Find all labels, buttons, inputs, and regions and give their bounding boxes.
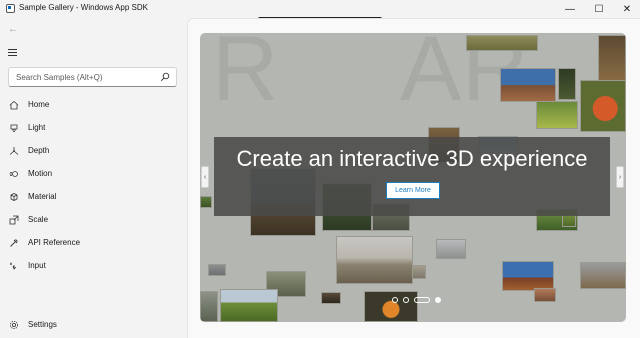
search-placeholder: Search Samples (Alt+Q) <box>16 73 103 82</box>
gallery-photo <box>412 265 426 279</box>
motion-icon <box>9 171 18 177</box>
sidebar-item-label: Material <box>28 192 57 201</box>
gallery-photo <box>208 264 226 276</box>
search-icon[interactable] <box>160 72 170 82</box>
sidebar-item-label: Depth <box>28 146 50 155</box>
sidebar-item-home[interactable]: Home <box>0 94 190 117</box>
back-button[interactable]: ← <box>8 24 22 38</box>
gallery-photo <box>200 196 212 208</box>
sidebar-item-input[interactable]: Input <box>0 255 190 278</box>
sidebar-item-scale[interactable]: Scale <box>0 209 190 232</box>
gallery-photo <box>536 101 578 129</box>
sidebar-item-label: Light <box>28 123 46 132</box>
carousel-next-button[interactable]: › <box>616 166 624 188</box>
gallery-photo <box>336 236 413 284</box>
gallery-photo <box>321 292 341 304</box>
sidebar: ← Search Samples (Alt+Q) Home Light Dept… <box>0 18 190 338</box>
gallery-photo <box>558 68 576 100</box>
home-icon <box>9 100 19 110</box>
sidebar-item-api-reference[interactable]: API Reference <box>0 232 190 255</box>
scale-icon <box>9 215 19 225</box>
gallery-photo <box>562 215 576 227</box>
gallery-photo <box>436 239 466 259</box>
hero-title: Create an interactive 3D experience <box>236 146 588 171</box>
api-reference-icon <box>10 239 18 247</box>
gallery-photo <box>466 35 538 51</box>
gear-icon <box>10 321 18 329</box>
sidebar-item-light[interactable]: Light <box>0 117 190 140</box>
sidebar-item-label: Scale <box>28 215 49 224</box>
pager-dot[interactable] <box>392 297 398 303</box>
carousel-pager <box>392 297 441 303</box>
hero-carousel: R A R Create an interactive 3D experienc… <box>200 33 626 322</box>
settings-label: Settings <box>28 320 57 329</box>
material-icon <box>10 193 18 201</box>
window-title: Sample Gallery - Windows App SDK <box>19 3 148 12</box>
learn-more-button[interactable]: Learn More <box>386 182 440 199</box>
sidebar-item-label: Home <box>28 100 50 109</box>
sidebar-item-label: Motion <box>28 169 53 178</box>
maximize-button[interactable]: ☐ <box>584 0 614 18</box>
gallery-photo <box>364 291 418 322</box>
gallery-photo <box>500 68 556 102</box>
app-icon <box>6 4 15 13</box>
gallery-photo <box>534 288 556 302</box>
background-letter: R <box>212 33 279 120</box>
close-button[interactable]: ✕ <box>612 0 640 18</box>
gallery-photo <box>502 261 554 291</box>
pager-dot[interactable] <box>435 297 441 303</box>
sidebar-item-label: Input <box>28 261 46 270</box>
gallery-photo <box>200 291 218 322</box>
hamburger-menu-icon[interactable] <box>8 47 22 61</box>
sidebar-item-depth[interactable]: Depth <box>0 140 190 163</box>
depth-icon <box>9 147 19 155</box>
input-icon <box>10 262 17 270</box>
carousel-previous-button[interactable]: ‹ <box>201 166 209 188</box>
gallery-photo <box>580 262 626 289</box>
search-input[interactable]: Search Samples (Alt+Q) <box>8 67 177 87</box>
background-letter: A <box>400 33 462 120</box>
gallery-photo <box>220 289 278 322</box>
title-bar: Sample Gallery - Windows App SDK — ☐ ✕ <box>0 0 640 18</box>
hero-banner: Create an interactive 3D experience Lear… <box>214 137 610 216</box>
light-icon <box>10 124 18 132</box>
sidebar-item-material[interactable]: Material <box>0 186 190 209</box>
gallery-photo <box>580 80 626 132</box>
sidebar-item-label: API Reference <box>28 238 81 247</box>
pager-dot-active[interactable] <box>414 297 430 303</box>
gallery-photo <box>598 35 626 85</box>
sidebar-item-settings[interactable]: Settings <box>0 314 190 336</box>
nav-list: Home Light Depth Motion Material Scale A… <box>0 94 190 278</box>
sidebar-item-motion[interactable]: Motion <box>0 163 190 186</box>
minimize-button[interactable]: — <box>555 0 585 18</box>
pager-dot[interactable] <box>403 297 409 303</box>
